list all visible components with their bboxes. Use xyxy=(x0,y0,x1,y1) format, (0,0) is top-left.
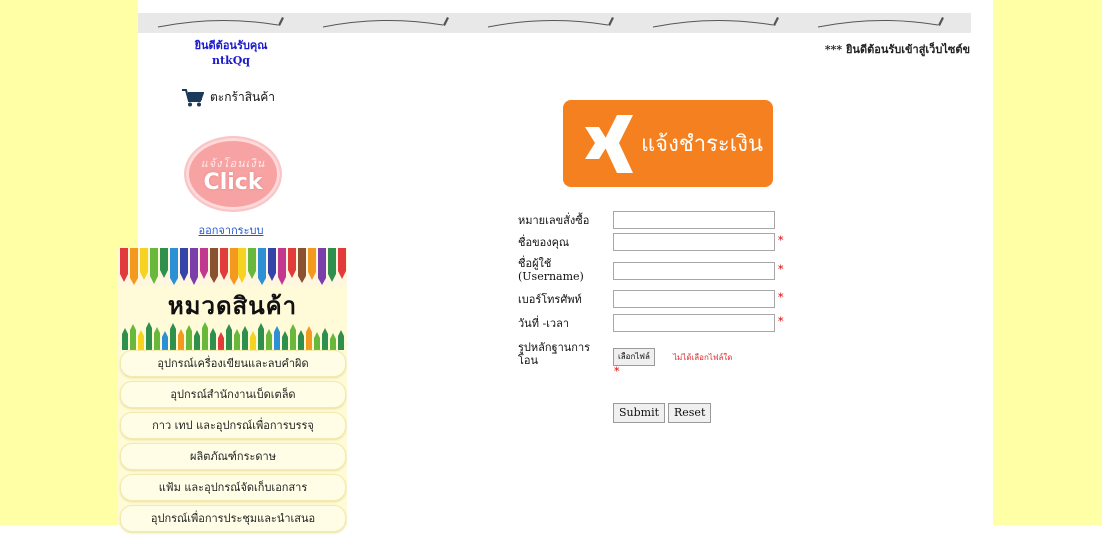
category-item[interactable]: แฟ้ม และอุปกรณ์จัดเก็บเอกสาร xyxy=(120,474,346,501)
right-margin-background xyxy=(993,0,1102,525)
phone-input[interactable] xyxy=(613,290,775,308)
header-banner xyxy=(138,13,971,33)
category-panel: หมวดสินค้า อุปกรณ์เครื่องเขียนและลบคำผิด… xyxy=(118,248,347,532)
required-mark: * xyxy=(778,234,784,247)
your-name-label: ชื่อของคุณ xyxy=(518,236,570,249)
transfer-proof-label-line2: โอน xyxy=(518,354,539,367)
category-item[interactable]: อุปกรณ์เครื่องเขียนและลบคำผิด xyxy=(120,350,346,377)
welcome-greeting: ยินดีต้อนรับคุณ xyxy=(194,39,268,52)
username-label-line1: ชื่อผู้ใช้ xyxy=(518,257,552,270)
cart-link[interactable]: ตะกร้าสินค้า xyxy=(182,88,275,107)
username-label-line2: (Username) xyxy=(518,270,584,283)
choose-file-button[interactable]: เลือกไฟล์ xyxy=(613,348,655,366)
username-input[interactable] xyxy=(613,262,775,280)
logout-link[interactable]: ออกจากระบบ xyxy=(138,221,324,239)
payment-notify-click-text: Click xyxy=(203,170,263,195)
sidebar-edge-background xyxy=(118,0,138,248)
category-item[interactable]: อุปกรณ์สำนักงานเบ็ดเตล็ด xyxy=(120,381,346,408)
required-mark: * xyxy=(614,365,620,378)
your-name-input[interactable] xyxy=(613,233,775,251)
reset-button[interactable]: Reset xyxy=(668,403,712,423)
transfer-proof-label-line1: รูปหลักฐานการ xyxy=(518,341,591,354)
required-mark: * xyxy=(778,263,784,276)
transfer-proof-label: รูปหลักฐานการ โอน xyxy=(518,341,590,367)
welcome-username: ntkQq xyxy=(212,54,250,67)
payment-notice-logo-text: แจ้งชำระเงิน xyxy=(641,132,764,157)
required-mark: * xyxy=(778,315,784,328)
site-welcome-message: *** ยินดีต้อนรับเข้าสู่เว็บไซต์ข xyxy=(824,43,970,56)
phone-label: เบอร์โทรศัพท์ xyxy=(518,293,582,306)
category-list: อุปกรณ์เครื่องเขียนและลบคำผิด อุปกรณ์สำน… xyxy=(120,350,346,536)
order-number-input[interactable] xyxy=(613,211,775,229)
payment-notice-logo: แจ้งชำระเงิน xyxy=(563,100,773,187)
datetime-input[interactable] xyxy=(613,314,775,332)
datetime-label: วันที่ -เวลา xyxy=(518,317,570,330)
category-item[interactable]: ผลิตภัณฑ์กระดาษ xyxy=(120,443,346,470)
required-mark: * xyxy=(778,291,784,304)
category-item[interactable]: อุปกรณ์เพื่อการประชุมและนำเสนอ xyxy=(120,505,346,532)
pencils-decoration-top xyxy=(118,248,347,286)
pencils-decoration-bottom xyxy=(118,320,347,350)
category-item[interactable]: กาว เทป และอุปกรณ์เพื่อการบรรจุ xyxy=(120,412,346,439)
file-status-text: ไม่ได้เลือกไฟล์ใด xyxy=(673,353,733,362)
cart-icon xyxy=(182,88,204,106)
cart-label: ตะกร้าสินค้า xyxy=(210,90,275,104)
order-number-label: หมายเลขสั่งซื้อ xyxy=(518,214,590,227)
submit-button[interactable]: Submit xyxy=(613,403,666,423)
x-logo-icon xyxy=(585,114,633,173)
welcome-block: ยินดีต้อนรับคุณ ntkQq xyxy=(138,38,324,68)
username-label: ชื่อผู้ใช้ (Username) xyxy=(518,257,584,283)
left-margin-background xyxy=(0,0,118,525)
payment-notify-button[interactable]: แจ้งโอนเงิน Click xyxy=(184,136,282,212)
